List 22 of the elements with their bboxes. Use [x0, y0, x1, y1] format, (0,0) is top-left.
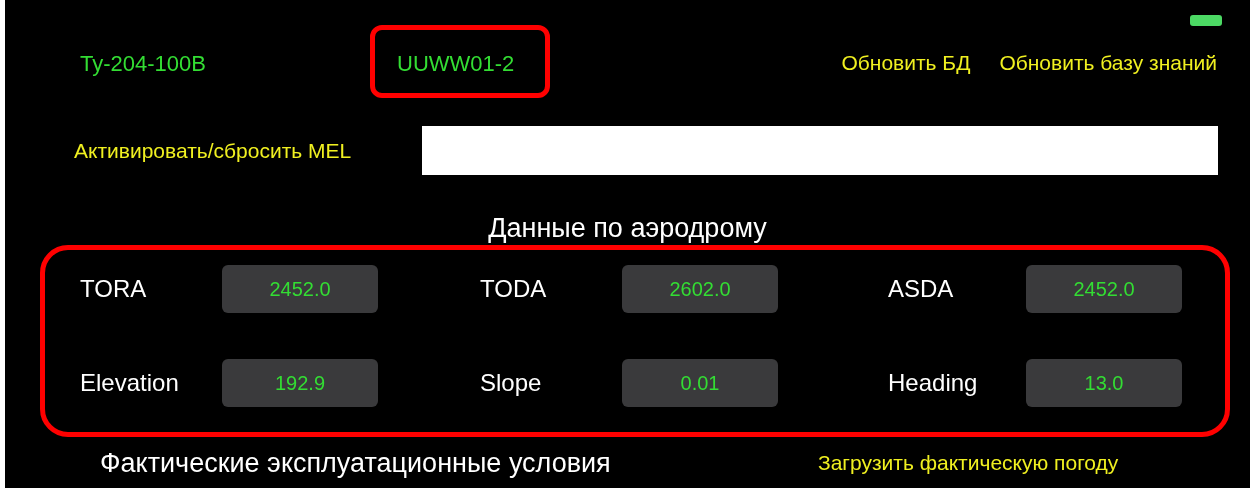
- value-field[interactable]: 13.0: [1026, 359, 1182, 407]
- field-label: Slope: [480, 368, 543, 398]
- battery-icon: [1190, 15, 1222, 26]
- mel-label: Активировать/сбросить MEL: [74, 137, 353, 164]
- section-title: Фактические эксплуатационные условия: [100, 446, 612, 480]
- load-weather-link[interactable]: Загрузить фактическую погоду: [818, 447, 1119, 479]
- section-title: Данные по аэродрому: [488, 212, 767, 245]
- field-label: ASDA: [888, 274, 955, 304]
- value-field[interactable]: 2452.0: [1026, 265, 1182, 313]
- value-field[interactable]: 0.01: [622, 359, 778, 407]
- field-label: Elevation: [80, 368, 180, 398]
- value-field[interactable]: 192.9: [222, 359, 378, 407]
- update-link[interactable]: Обновить БД: [841, 47, 971, 79]
- field-label: Heading: [888, 368, 979, 398]
- field-label: TODA: [480, 274, 548, 304]
- value-field[interactable]: 2452.0: [222, 265, 378, 313]
- value-field[interactable]: 2602.0: [622, 265, 778, 313]
- mel-input-field[interactable]: [422, 126, 1218, 175]
- update-link[interactable]: Обновить базу знаний: [999, 47, 1217, 79]
- airport-code: UUWW01-2: [397, 49, 515, 78]
- aircraft-label: Ту-204-100В: [80, 49, 207, 78]
- field-label: TORA: [80, 274, 148, 304]
